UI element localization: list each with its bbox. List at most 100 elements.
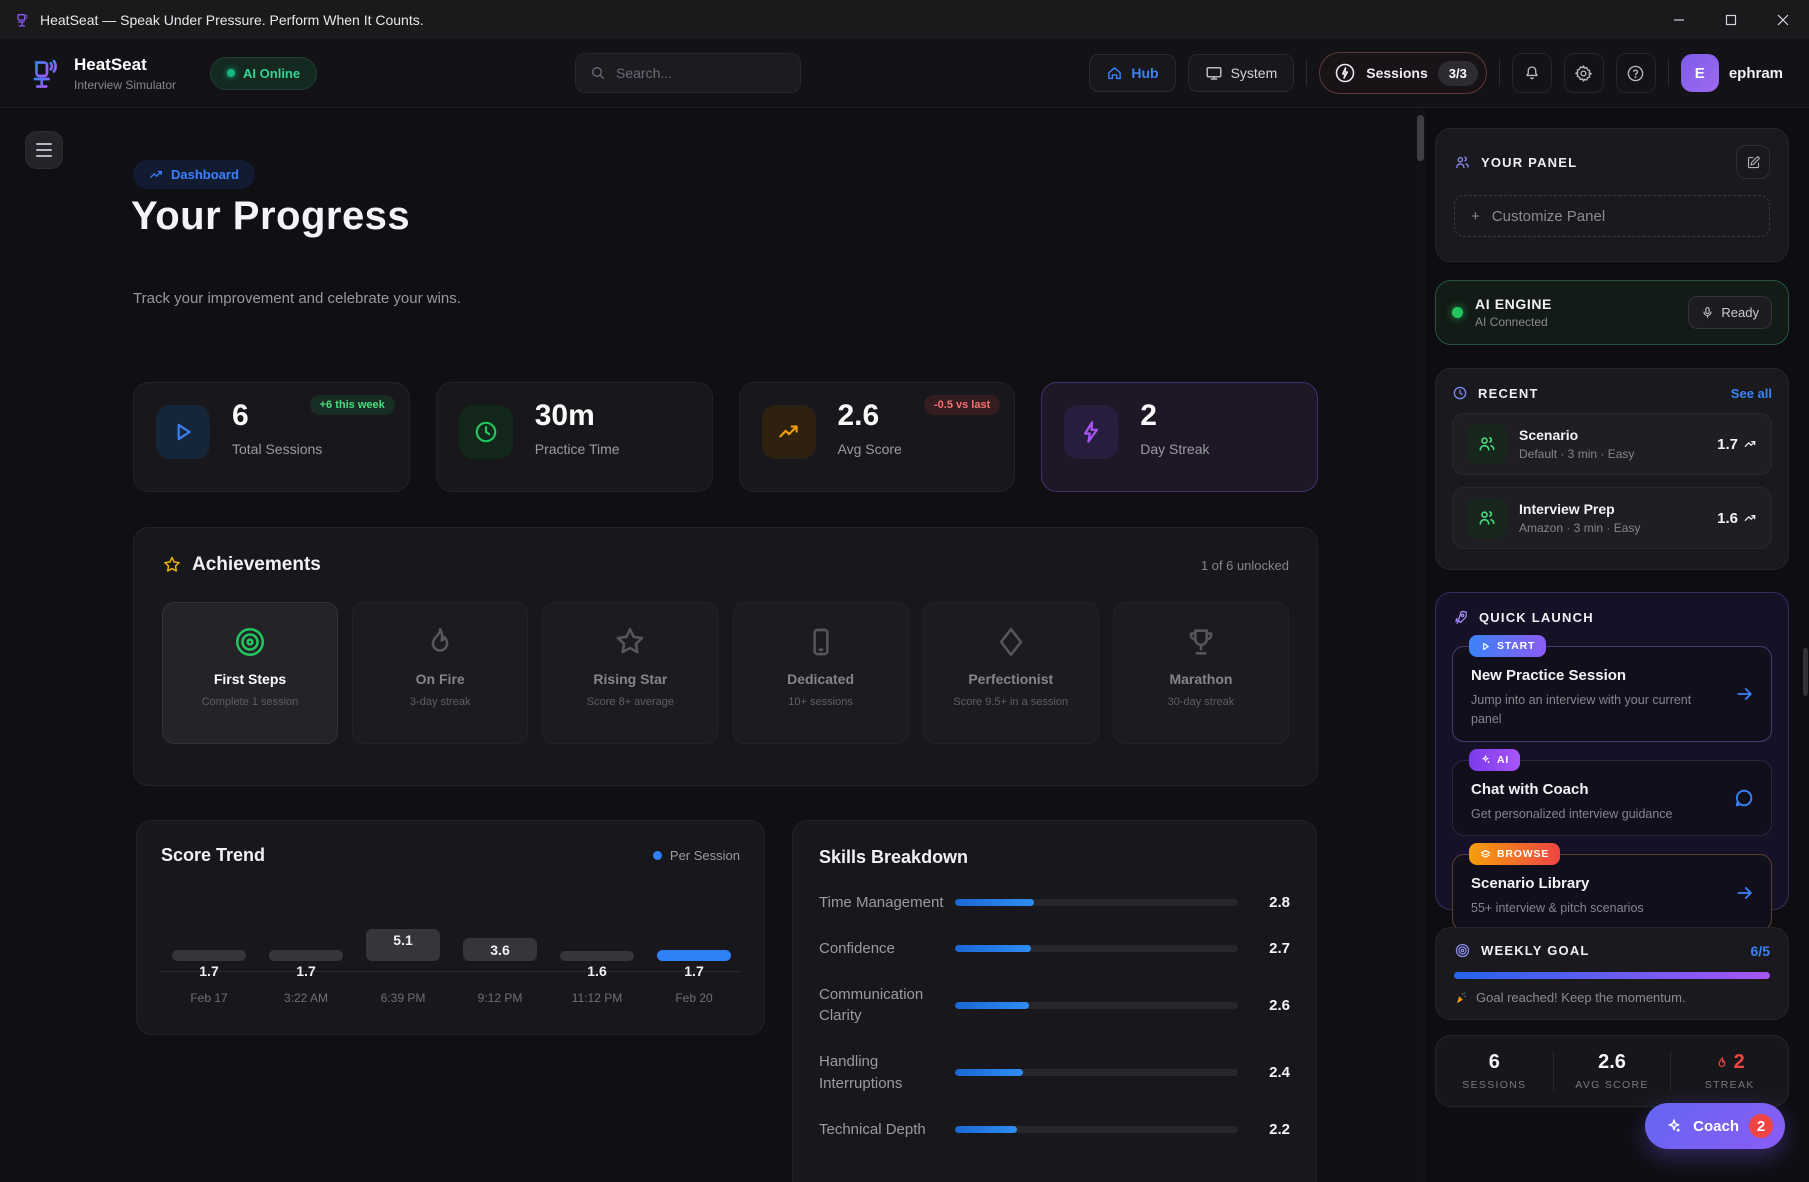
stat-label: Practice Time [534,441,620,457]
goal-progress-bar [1454,972,1770,979]
notifications-button[interactable] [1511,53,1552,93]
stats-row: 6 Total Sessions +6 this week 30m Practi… [133,382,1318,492]
recent-item-interview-prep[interactable]: Interview Prep Amazon · 3 min · Easy 1.6 [1452,487,1772,549]
stat-badge: -0.5 vs last [923,395,1001,415]
skill-fill [955,945,1032,953]
see-all-link[interactable]: See all [1731,386,1772,401]
customize-panel-button[interactable]: + Customize Panel [1454,195,1770,237]
trend-slot[interactable]: 1.7 Feb 17 [161,876,257,1016]
scenario-library-card[interactable]: BROWSE Scenario Library 55+ interview & … [1452,843,1772,931]
page-subtitle: Track your improvement and celebrate you… [133,290,461,307]
streak-stat: 2 STREAK [1670,1051,1788,1091]
score-trend-chart: 1.7 Feb 17 1.7 3:22 AM 5.1 6:39 PM 3.6 9… [161,876,740,1016]
score-trend-panel: Score Trend Per Session 1.7 Feb 17 1.7 3… [136,820,765,1035]
trend-slot[interactable]: 1.6 11:12 PM [549,876,645,1016]
coach-button[interactable]: Coach 2 [1645,1103,1785,1149]
trend-bar [269,950,343,961]
achievement-dedicated: Dedicated 10+ sessions [732,602,909,744]
quick-launch-title: QUICK LAUNCH [1479,610,1594,625]
stat-value: 2 [1140,399,1157,432]
stat-value: 30m [534,399,595,432]
trend-date: 11:12 PM [571,991,623,1005]
achievement-perfectionist: Perfectionist Score 9.5+ in a session [922,602,1099,744]
app-header: HeatSeat Interview Simulator AI Online H… [0,39,1809,108]
monitor-icon [1206,67,1222,80]
achievements-title: Achievements [192,554,321,575]
trend-bar [657,950,731,961]
maximize-button[interactable] [1705,0,1757,39]
search-icon [592,67,604,79]
close-button[interactable] [1757,0,1809,39]
search-input[interactable] [616,65,766,81]
skill-row: Handling Interruptions 2.4 [819,1053,1290,1092]
sidebar-scrollbar[interactable] [1803,108,1809,1182]
divider [1306,60,1308,86]
trend-up-icon [1744,441,1756,447]
avatar: E [1680,54,1719,92]
skill-track [955,1069,1238,1077]
goal-caption: Goal reached! Keep the momentum. [1476,990,1686,1005]
window-title: HeatSeat — Speak Under Pressure. Perform… [40,11,424,28]
trend-slot[interactable]: 5.1 6:39 PM [355,876,451,1016]
right-sidebar: YOUR PANEL + Customize Panel AI ENGINE A… [1425,108,1809,1182]
stat-badge: +6 this week [309,395,395,415]
weekly-goal-panel: WEEKLY GOAL 6/5 Goal reached! Keep the m… [1435,927,1789,1020]
divider [1498,60,1500,86]
trend-slot[interactable]: 1.7 3:22 AM [258,876,354,1016]
app-subtitle: Interview Simulator [74,77,177,92]
bell-icon [1526,66,1538,80]
play-icon [156,405,210,459]
play-icon [1483,642,1489,650]
new-practice-session-card[interactable]: START New Practice Session Jump into an … [1452,635,1772,742]
trend-slot[interactable]: 3.6 9:12 PM [452,876,548,1016]
scrollbar-thumb[interactable] [1417,115,1424,161]
gear-icon [1575,64,1593,82]
help-button[interactable] [1615,53,1656,93]
menu-toggle-button[interactable] [25,131,63,169]
people-icon [1467,424,1507,464]
trend-value: 1.6 [587,963,607,979]
skill-track [955,1001,1238,1009]
trend-up-icon [761,405,816,459]
minimize-button[interactable] [1653,0,1705,39]
chair-logo-icon [33,59,57,88]
trend-slot[interactable]: 1.7 Feb 20 [646,876,742,1016]
legend: Per Session [652,848,740,863]
settings-button[interactable] [1563,53,1604,93]
help-icon [1628,65,1644,81]
hub-button[interactable]: Hub [1089,54,1176,92]
app-name: HeatSeat [74,54,147,74]
people-icon [1467,498,1507,538]
browse-badge: BROWSE [1469,843,1561,866]
edit-panel-button[interactable] [1736,145,1770,179]
trend-date: 9:12 PM [477,991,523,1005]
mic-icon [1703,307,1712,318]
online-dot-icon [227,69,236,77]
main-scrollbar[interactable] [1416,108,1425,1182]
sidebar-stats-panel: 6 SESSIONS 2.6 AVG SCORE 2 STREAK [1435,1035,1789,1107]
recent-panel: RECENT See all Scenario Default · 3 min … [1435,368,1789,570]
divider [1667,60,1669,86]
username: ephram [1728,64,1783,82]
chat-with-coach-card[interactable]: AI Chat with Coach Get personalized inte… [1452,748,1772,837]
ai-badge: AI [1469,748,1521,771]
user-menu[interactable]: E ephram [1680,54,1783,92]
system-button[interactable]: System [1187,54,1295,92]
scrollbar-thumb[interactable] [1803,648,1808,696]
search-bar[interactable] [575,53,801,93]
achievement-rising-star: Rising Star Score 8+ average [542,602,719,744]
skill-row: Confidence 2.7 [819,939,1290,958]
sessions-label: Sessions [1366,65,1428,81]
goal-progress-count: 6/5 [1750,942,1770,959]
diamond-icon [924,625,1098,659]
clock-icon [458,405,513,459]
stat-card-total-sessions: 6 Total Sessions +6 this week [133,382,410,492]
trend-value: 1.7 [199,963,219,979]
skill-fill [955,1069,1023,1077]
recent-item-scenario[interactable]: Scenario Default · 3 min · Easy 1.7 [1452,413,1772,475]
sessions-pill[interactable]: Sessions 3/3 [1319,52,1487,94]
breadcrumb[interactable]: Dashboard [133,160,255,189]
skill-row: Time Management 2.8 [819,894,1290,912]
window-titlebar: HeatSeat — Speak Under Pressure. Perform… [0,0,1809,39]
mic-ready-button[interactable]: Ready [1688,296,1772,329]
